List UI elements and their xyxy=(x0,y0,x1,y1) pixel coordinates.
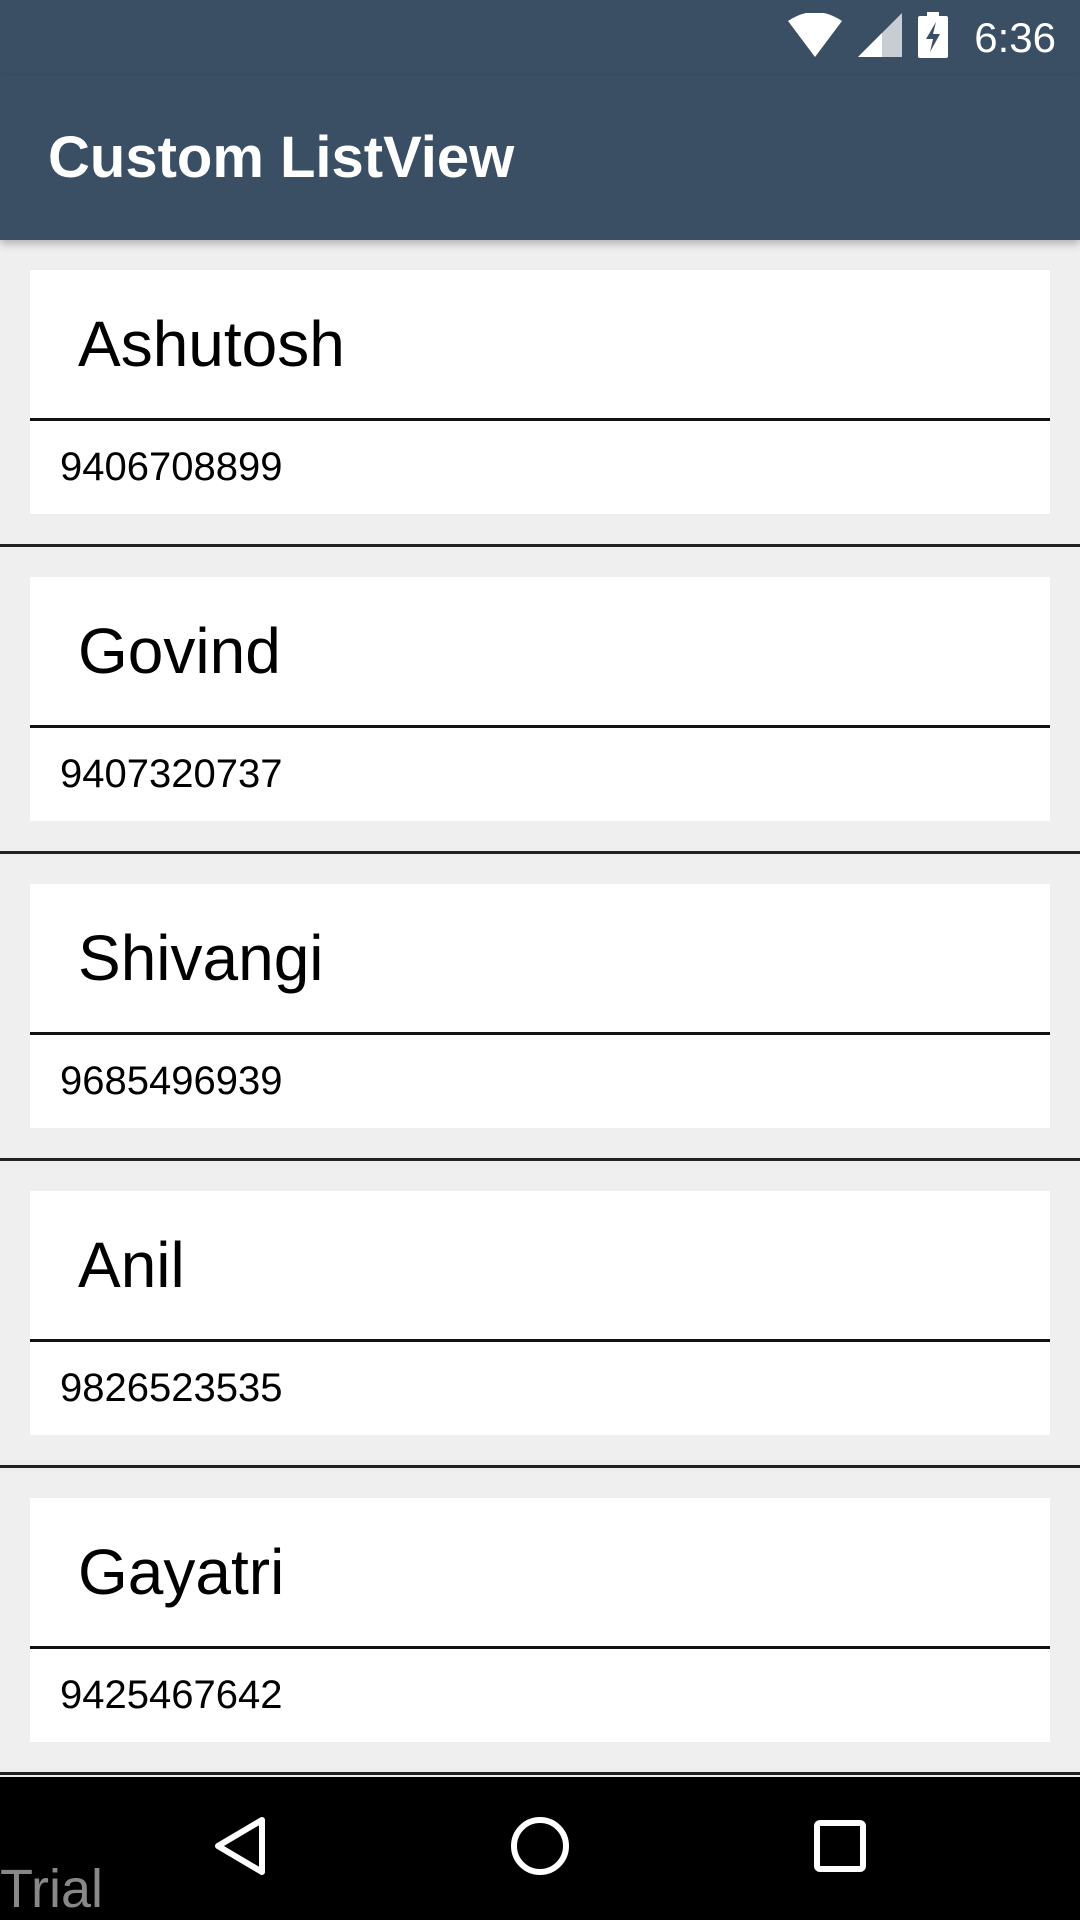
status-icons: 6:36 xyxy=(788,0,1056,75)
contact-card: Gayatri 9425467642 xyxy=(30,1498,1050,1742)
contact-name: Shivangi xyxy=(78,922,324,994)
contact-phone: 9406708899 xyxy=(60,445,283,489)
home-button[interactable] xyxy=(470,1777,610,1920)
contact-name: Govind xyxy=(78,615,281,687)
contact-card: Shivangi 9685496939 xyxy=(30,884,1050,1128)
contact-name: Anil xyxy=(78,1229,185,1301)
back-button[interactable] xyxy=(170,1777,310,1920)
signal-icon xyxy=(858,13,903,62)
back-icon xyxy=(210,1814,270,1883)
contact-name: Ashutosh xyxy=(78,308,345,380)
contact-phone: 9685496939 xyxy=(60,1059,283,1103)
status-time: 6:36 xyxy=(974,13,1056,61)
app-bar: Custom ListView xyxy=(0,75,1080,240)
contact-phone: 9826523535 xyxy=(60,1366,283,1410)
battery-charging-icon xyxy=(918,12,949,63)
contact-phone: 9407320737 xyxy=(60,752,283,796)
list-item[interactable]: Anil 9826523535 xyxy=(0,1161,1080,1468)
recents-icon xyxy=(814,1820,866,1877)
list-item[interactable]: Govind 9407320737 xyxy=(0,547,1080,854)
contact-card: Anil 9826523535 xyxy=(30,1191,1050,1435)
home-icon xyxy=(510,1816,570,1881)
contact-card: Govind 9407320737 xyxy=(30,577,1050,821)
contact-card: Ashutosh 9406708899 xyxy=(30,270,1050,514)
list-item[interactable]: Gayatri 9425467642 xyxy=(0,1468,1080,1775)
contact-phone: 9425467642 xyxy=(60,1673,283,1717)
status-bar: 6:36 xyxy=(0,0,1080,75)
contact-name: Gayatri xyxy=(78,1536,285,1608)
navigation-bar: Trial xyxy=(0,1777,1080,1920)
list-item[interactable]: Shivangi 9685496939 xyxy=(0,854,1080,1161)
app-title: Custom ListView xyxy=(48,125,515,190)
list-item[interactable]: Ashutosh 9406708899 xyxy=(0,240,1080,547)
recents-button[interactable] xyxy=(770,1777,910,1920)
contact-list[interactable]: Ashutosh 9406708899 Govind 9407320737 Sh… xyxy=(0,240,1080,1777)
trial-watermark: Trial xyxy=(0,1859,103,1919)
row-divider xyxy=(0,1772,1080,1775)
wifi-icon xyxy=(788,12,843,62)
